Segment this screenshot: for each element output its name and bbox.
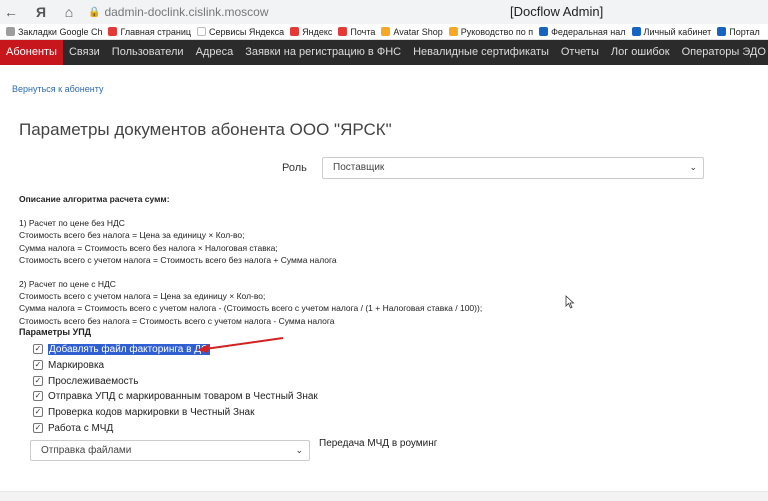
yandex-icon[interactable]: Я [30, 1, 52, 23]
footer-bar [0, 491, 768, 501]
checkbox-traceability[interactable]: ✓ Прослеживаемость [33, 374, 138, 388]
algo-line: Стоимость всего с учетом налога = Цена з… [19, 291, 266, 302]
home-icon[interactable]: ⌂ [58, 1, 80, 23]
lock-icon: 🔒 [88, 6, 101, 18]
bookmark-item[interactable]: Портал [717, 27, 760, 37]
bookmark-label: Avatar Shop [393, 26, 443, 37]
back-arrow-icon[interactable]: ← [0, 1, 22, 23]
browser-toolbar: ← Я ⌂ 🔒 dadmin-doclink.cislink.moscow [D… [0, 0, 768, 24]
checkbox-label: Работа с МЧД [48, 422, 114, 434]
checkbox-mchd[interactable]: ✓ Работа с МЧД [33, 421, 113, 435]
send-mode-value: Отправка файлами [41, 445, 132, 456]
bookmark-item[interactable]: Руководство по п [448, 26, 534, 37]
back-to-subscriber-link[interactable]: Вернуться к абоненту [12, 84, 103, 94]
algo-line: Стоимость всего без налога = Стоимость в… [19, 315, 335, 326]
checkbox-label: Проверка кодов маркировки в Честный Знак [48, 406, 255, 418]
bookmark-label: Яндекс [302, 26, 333, 37]
upd-params-title: Параметры УПД [19, 327, 92, 337]
bookmarks-bar: Закладки Google Ch Главная страниц Сервисы… [0, 24, 768, 40]
bookmark-label: Главная страниц [120, 26, 192, 37]
bookmark-favicon-icon [6, 27, 15, 36]
checkbox-label: Прослеживаемость [48, 375, 139, 387]
nav-item[interactable]: Заявки на регистрацию в ФНС [239, 40, 407, 65]
bookmark-favicon-icon [539, 27, 549, 36]
main-nav: Абоненты Связи Пользователи Адреса Заявки на… [0, 40, 768, 65]
bookmark-item[interactable]: Федеральная нал [539, 26, 626, 37]
bookmark-item[interactable]: Главная страниц [108, 27, 191, 37]
bookmark-label: Почта [350, 26, 376, 37]
algo-line: Стоимость всего без налога = Цена за еди… [19, 230, 245, 241]
checkbox-check-icon[interactable]: ✓ [33, 407, 43, 417]
bookmark-label: Закладки Google Ch [18, 26, 103, 37]
checkbox-check-icon[interactable]: ✓ [33, 376, 43, 386]
chevron-down-icon: ⌄ [295, 445, 303, 455]
bookmark-label: Портал [729, 26, 760, 37]
checkbox-label: Отправка УПД с маркированным товаром в Ч… [48, 390, 318, 402]
algo-line: Сумма налога = Стоимость всего без налог… [19, 242, 278, 253]
nav-item[interactable]: Связи [63, 40, 106, 65]
bookmark-favicon-icon [631, 27, 641, 36]
nav-item[interactable]: Отчеты [555, 40, 605, 65]
checkbox-label: Маркировка [48, 359, 105, 371]
bookmark-favicon-icon [338, 27, 348, 36]
bookmark-favicon-icon [197, 27, 207, 36]
annotation-arrow-icon [197, 337, 284, 353]
bookmark-favicon-icon [108, 27, 118, 36]
send-mode-select[interactable]: Отправка файлами ⌄ [30, 440, 310, 461]
checkbox-marking[interactable]: ✓ Маркировка [33, 358, 104, 372]
bookmark-item[interactable]: Avatar Shop [381, 26, 443, 37]
algo-line: Стоимость всего с учетом налога = Стоимо… [19, 254, 337, 265]
algo-line: Сумма налога = Стоимость всего с учетом … [19, 303, 483, 314]
checkbox-check-icon[interactable]: ✓ [33, 360, 43, 370]
checkbox-check-icon[interactable]: ✓ [33, 391, 43, 401]
bookmark-item[interactable]: Личный кабинет [631, 26, 712, 37]
role-select[interactable]: Поставщик ⌄ [322, 157, 704, 179]
algorithm-description: Описание алгоритма расчета сумм: 1) Расч… [19, 193, 482, 327]
nav-item[interactable]: Адреса [190, 40, 240, 65]
nav-item[interactable]: Абоненты [0, 40, 63, 65]
nav-item[interactable]: Лог ошибок [605, 40, 676, 65]
algo-line: 2) Расчет по цене с НДС [19, 279, 116, 290]
algo-line: 1) Расчет по цене без НДС [19, 218, 125, 229]
role-label: Роль [282, 162, 307, 174]
nav-item[interactable]: Невалидные сертификаты [407, 40, 555, 65]
bookmark-favicon-icon [381, 27, 391, 36]
bookmark-label: Руководство по п [460, 26, 534, 37]
bookmark-favicon-icon [717, 27, 727, 36]
nav-item[interactable]: Операторы ЭДО [676, 40, 768, 65]
mouse-cursor-icon [565, 295, 575, 309]
bookmark-label: Личный кабинет [643, 26, 712, 37]
bookmark-favicon-icon [290, 27, 300, 36]
bookmark-item[interactable]: Яндекс [290, 27, 332, 37]
checkbox-check-icon[interactable]: ✓ [33, 423, 43, 433]
page-title: Параметры документов абонента ООО "ЯРСК" [19, 120, 392, 139]
bookmark-item[interactable]: Закладки Google Ch [6, 27, 102, 37]
checkbox-send-upd-cz[interactable]: ✓ Отправка УПД с маркированным товаром в… [33, 389, 318, 403]
nav-item[interactable]: Пользователи [106, 40, 190, 65]
algorithm-header: Описание алгоритма расчета сумм: [19, 194, 170, 204]
bookmark-favicon-icon [448, 27, 458, 36]
checkbox-check-icon[interactable]: ✓ [33, 344, 43, 354]
role-select-value: Поставщик [333, 162, 385, 173]
bookmark-item[interactable]: Почта [338, 27, 375, 37]
url-text: dadmin-doclink.cislink.moscow [104, 5, 269, 19]
checkbox-label: Добавлять файл факторинга в ДО [48, 343, 210, 355]
address-bar[interactable]: 🔒 dadmin-doclink.cislink.moscow [88, 2, 269, 22]
mchd-roaming-label: Передача МЧД в роуминг [319, 438, 438, 449]
bookmark-item[interactable]: Сервисы Яндекса [197, 27, 284, 37]
bookmark-label: Федеральная нал [551, 26, 626, 37]
tab-title: [Docflow Admin] [510, 4, 604, 19]
checkbox-factoring[interactable]: ✓ Добавлять файл факторинга в ДО [33, 342, 210, 356]
checkbox-check-codes-cz[interactable]: ✓ Проверка кодов маркировки в Честный Зн… [33, 405, 255, 419]
chevron-down-icon: ⌄ [689, 162, 697, 172]
bookmark-label: Сервисы Яндекса [209, 26, 285, 37]
